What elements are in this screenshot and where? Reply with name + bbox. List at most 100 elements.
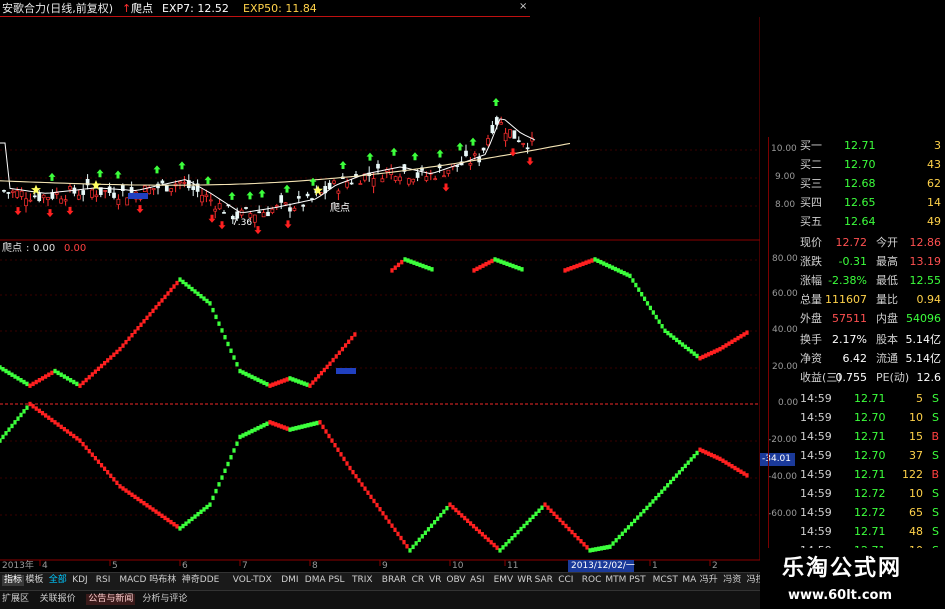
stat-row[interactable]: 现价 12.72 今开 12.86 [768, 234, 945, 253]
osc-name[interactable]: 爬点 [2, 244, 22, 254]
candle-body [424, 176, 429, 181]
lower-osc-dot [163, 515, 167, 521]
indicator-tab[interactable]: WR [517, 576, 532, 585]
bid-volume: 43 [927, 158, 941, 171]
candle-body [380, 178, 385, 183]
candle-body [208, 199, 213, 202]
bottom-tab[interactable]: 公告与新闻 [86, 594, 136, 605]
tick-row[interactable]: 14:59 12.70 37 S [768, 447, 945, 466]
lower-osc-dot [689, 457, 693, 462]
indicator-tab[interactable]: PST [629, 576, 646, 585]
lower-osc-dot [1, 434, 5, 440]
bid-level-row[interactable]: 买四 12.65 14 [768, 194, 945, 213]
indicator-tab[interactable]: MACD [119, 576, 146, 585]
stat-label: 涨跌 [800, 255, 822, 268]
sell-arrow-marker [136, 205, 144, 214]
indicator-tab[interactable]: KDJ [72, 576, 88, 585]
stat-row[interactable]: 涨幅 -2.38% 最低 12.55 [768, 272, 945, 291]
tick-row[interactable]: 14:59 12.72 10 S [768, 485, 945, 504]
indicator-tab[interactable]: MCST [653, 576, 678, 585]
bottom-tab[interactable]: 关联报价 [40, 595, 76, 604]
indicator-tab[interactable]: BRAR [382, 576, 406, 585]
stat-row[interactable]: 换手 2.17% 股本 5.14亿 [768, 331, 945, 350]
lower-osc-dot [543, 502, 547, 507]
upper-osc-dot [478, 265, 482, 270]
indicator-tab[interactable]: TRIX [352, 576, 373, 585]
tick-row[interactable]: 14:59 12.71 48 S [768, 523, 945, 542]
indicator-tab[interactable]: 模板 [25, 576, 43, 585]
lower-osc-dot [591, 547, 595, 553]
tick-row[interactable]: 14:59 12.72 65 S [768, 504, 945, 523]
candle-body [19, 190, 24, 197]
indicator-tab[interactable]: PSL [328, 576, 344, 585]
bid-level-row[interactable]: 买五 12.64 49 [768, 213, 945, 232]
lower-osc-dot [279, 424, 284, 429]
indicator-tab[interactable]: DMA [305, 576, 326, 585]
chart-area[interactable] [0, 0, 760, 572]
candle-body [358, 183, 363, 185]
lower-osc-dot [253, 427, 257, 432]
indicator-tab[interactable]: CR [412, 576, 425, 585]
indicator-tab[interactable]: ROC [582, 576, 602, 585]
indicator-tab[interactable]: 吗布林 [149, 576, 176, 585]
bid-level-row[interactable]: 买二 12.70 43 [768, 156, 945, 175]
buy-arrow-marker [114, 170, 122, 179]
upper-osc-dot [196, 291, 200, 297]
time-label: 7 [242, 561, 248, 571]
lower-osc-dot [178, 526, 182, 531]
indicator-tab[interactable]: 冯资 [723, 576, 741, 585]
indicator-tab[interactable]: SAR [535, 576, 553, 585]
indicator-tab[interactable]: RSI [96, 576, 111, 585]
indicator-tab[interactable]: OBV [446, 576, 465, 585]
sell-arrow-marker [254, 226, 262, 235]
stat-row[interactable]: 总量 111607 量比 0.94 [768, 291, 945, 310]
lower-osc-dot [300, 424, 304, 429]
indicator-tab[interactable]: DMI [281, 576, 298, 585]
indicator-tab[interactable]: CCI [558, 576, 573, 585]
stat-row[interactable]: 涨跌 -0.31 最高 13.19 [768, 253, 945, 272]
indicator-tab[interactable]: VR [429, 576, 441, 585]
indicator-tab[interactable]: EMV [494, 576, 514, 585]
indicator-tab[interactable]: ASI [470, 576, 485, 585]
time-label: 5 [112, 561, 118, 571]
upper-osc-dot [596, 258, 600, 264]
upper-osc-dot [634, 282, 638, 288]
candle-body [164, 184, 169, 192]
lower-osc-dot [109, 473, 113, 478]
indicator-tab[interactable]: 指标 [2, 575, 25, 586]
upper-osc-dot [484, 261, 488, 267]
bottom-tab[interactable]: 扩展区 [2, 595, 29, 604]
indicator-tab[interactable]: VOL-TDX [233, 576, 272, 585]
stat-row[interactable]: 外盘 57511 内盘 54096 [768, 310, 945, 329]
lower-osc-dot [136, 496, 140, 502]
indicator-tab[interactable]: 神奇DDE [182, 576, 220, 585]
lower-osc-dot [351, 469, 355, 475]
lower-osc-dot [196, 511, 200, 517]
bottom-tab[interactable]: 分析与评论 [142, 595, 187, 604]
upper-osc-dot [590, 258, 594, 263]
indicator-tab[interactable]: 冯升 [700, 576, 718, 585]
bid-level-row[interactable]: 买三 12.68 62 [768, 175, 945, 194]
bid-level-row[interactable]: 买一 12.71 3 [768, 137, 945, 156]
upper-osc-dot [220, 328, 224, 333]
upper-osc-dot [22, 379, 26, 385]
stat-row[interactable]: 收益(三) 0.755 PE(动) 12.6 [768, 369, 945, 388]
tick-row[interactable]: 14:59 12.71 122 B [768, 466, 945, 485]
lower-osc-dot [564, 523, 568, 529]
upper-osc-dot [715, 348, 719, 353]
candle-body [46, 197, 50, 201]
tick-row[interactable]: 14:59 12.70 10 S [768, 409, 945, 428]
indicator-tab[interactable]: MA [682, 576, 696, 585]
tick-row[interactable]: 14:59 12.71 5 S [768, 390, 945, 409]
lower-osc-dot [460, 513, 464, 518]
tick-row[interactable]: 14:59 12.71 15 B [768, 428, 945, 447]
upper-osc-dot [103, 360, 107, 366]
stat-row[interactable]: 净资 6.42 流通 5.14亿 [768, 350, 945, 369]
indicator-tab[interactable]: MTM [605, 576, 626, 585]
upper-osc-dot [205, 298, 209, 304]
indicator-tab[interactable]: 全部 [49, 576, 67, 585]
lower-osc-dot [522, 523, 526, 529]
upper-osc-dot [599, 259, 603, 265]
upper-osc-dot [244, 371, 248, 377]
upper-osc-dot [475, 266, 479, 272]
